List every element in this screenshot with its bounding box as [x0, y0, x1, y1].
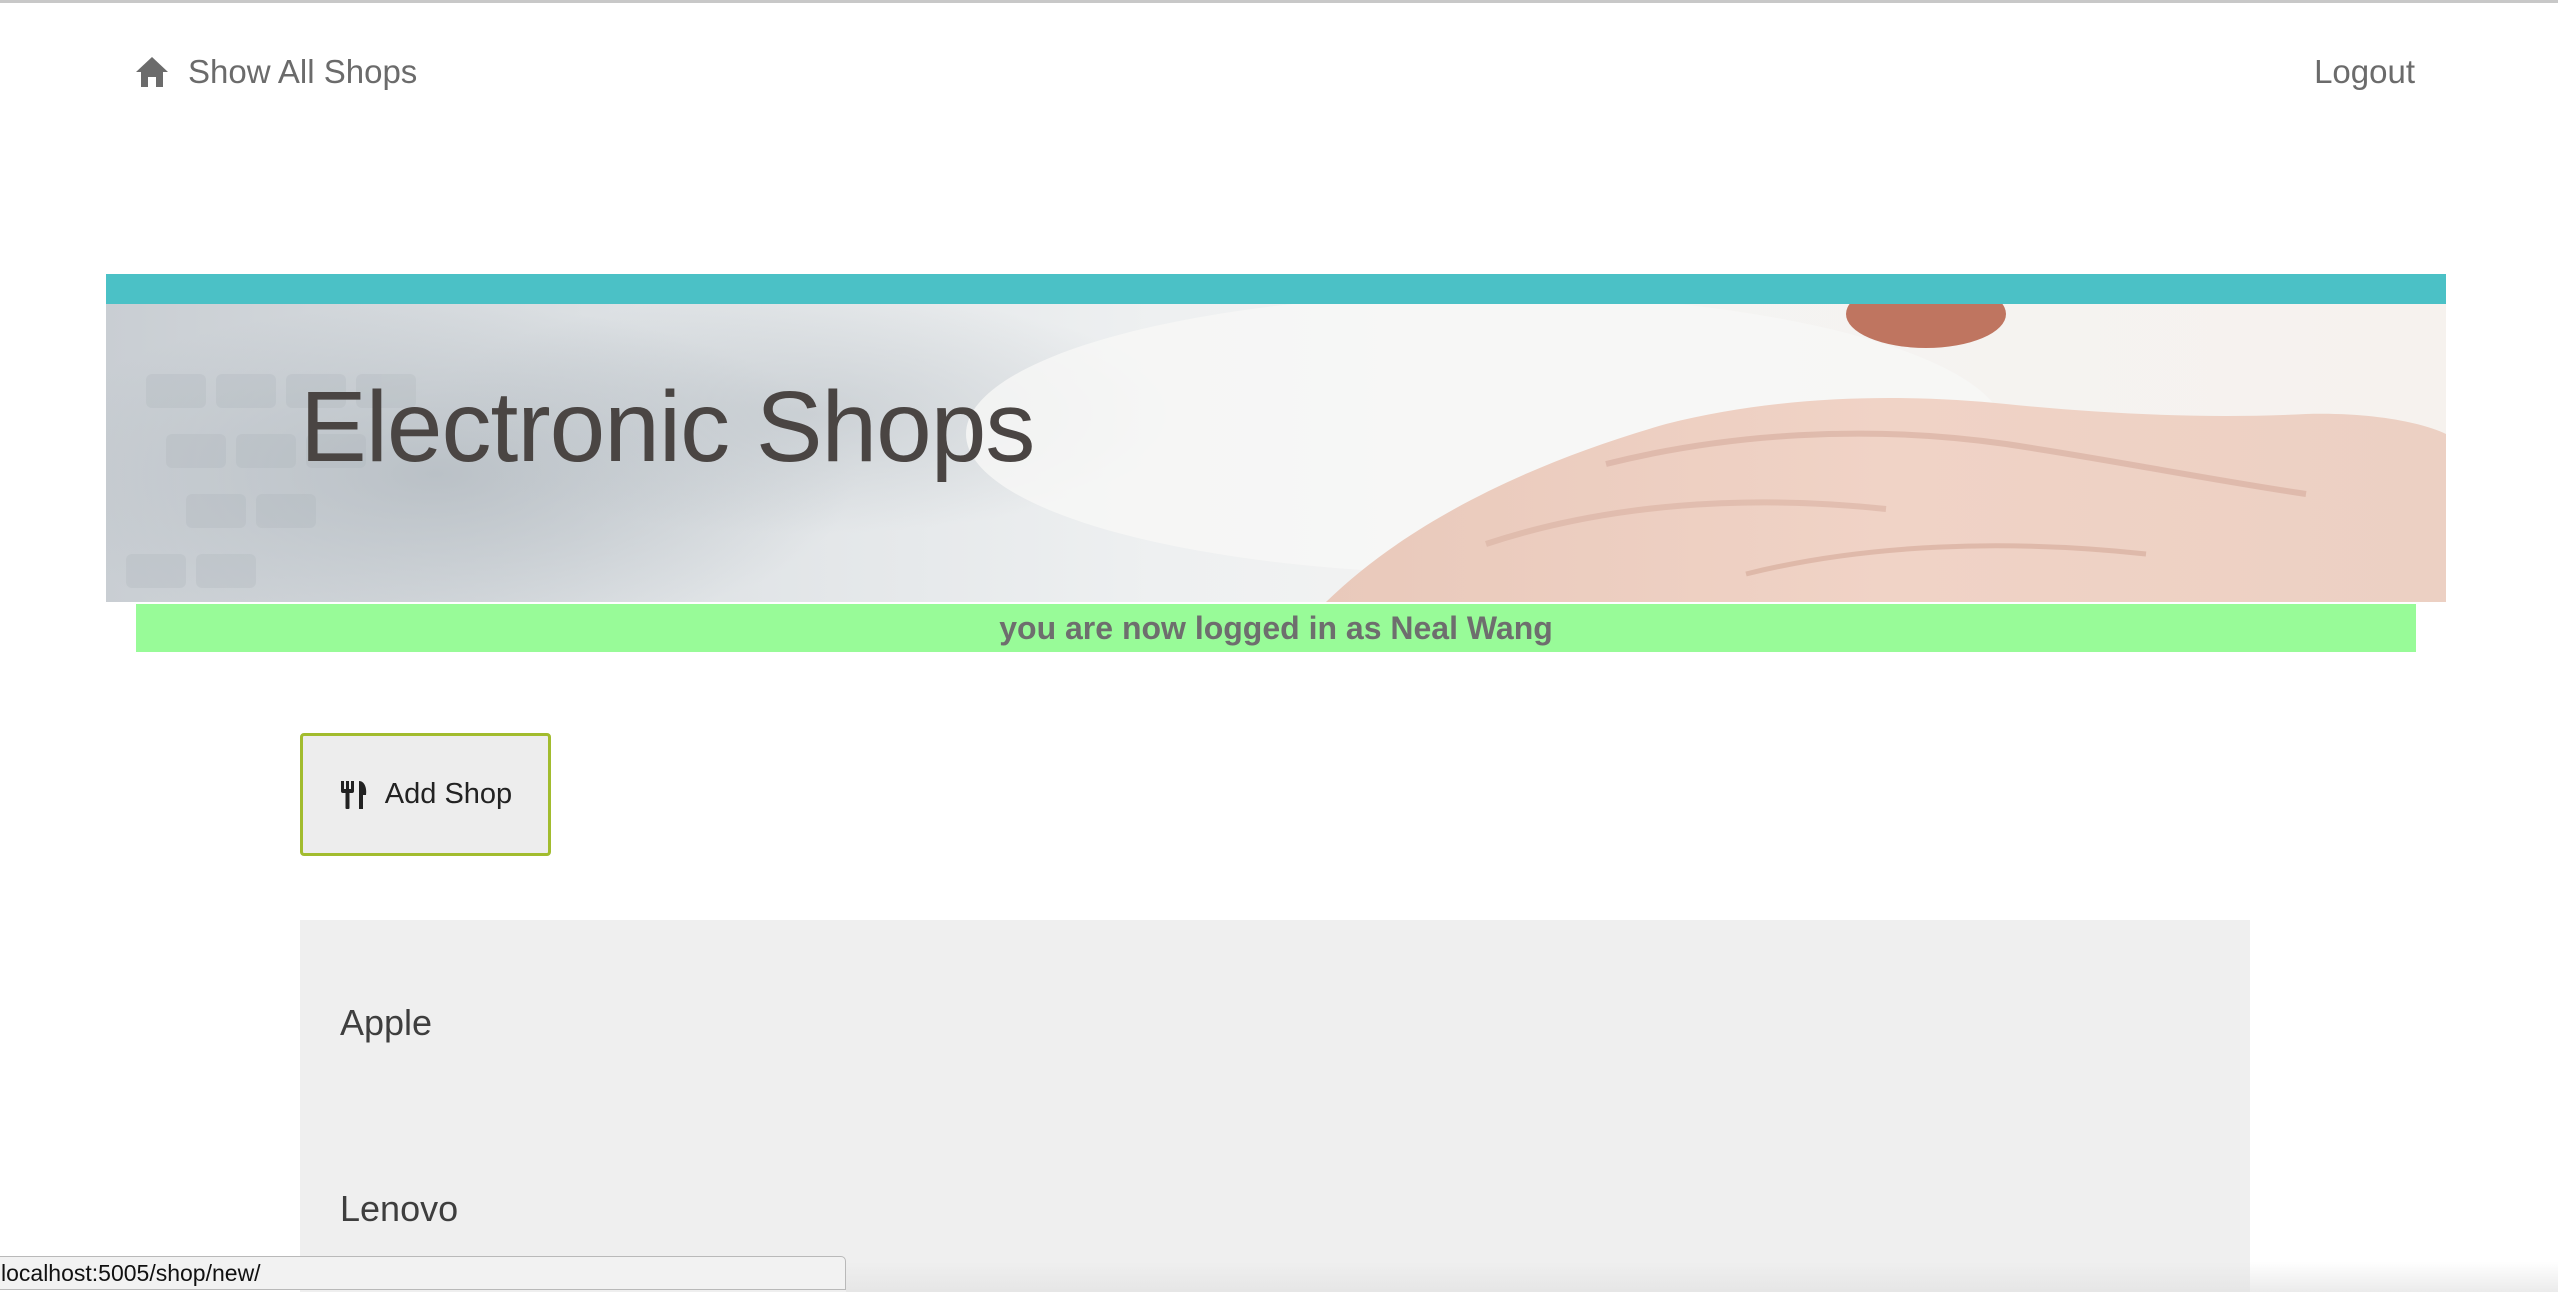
cutlery-icon	[339, 779, 369, 811]
browser-status-bar: localhost:5005/shop/new/	[0, 1256, 846, 1290]
banner: Electronic Shops	[106, 304, 2446, 602]
bottom-shadow	[846, 1262, 2558, 1292]
add-shop-label: Add Shop	[384, 778, 513, 810]
flash-message: you are now logged in as Neal Wang	[136, 604, 2416, 652]
show-all-shops-link[interactable]: Show All Shops	[134, 48, 417, 96]
banner-accent-stripe	[106, 274, 2446, 304]
shop-item-apple[interactable]: Apple	[340, 1002, 432, 1044]
home-icon	[134, 54, 170, 90]
shop-list: Apple Lenovo	[300, 920, 2250, 1292]
logout-link[interactable]: Logout	[2314, 48, 2415, 96]
window-top-border	[0, 0, 2558, 3]
shop-item-lenovo[interactable]: Lenovo	[340, 1188, 458, 1230]
page: Show All Shops Logout Electronic Shops y…	[0, 0, 2558, 1292]
add-shop-button[interactable]: Add Shop	[300, 733, 551, 856]
show-all-shops-label: Show All Shops	[188, 53, 418, 90]
page-title: Electronic Shops	[300, 371, 1035, 483]
flash-message-text: you are now logged in as Neal Wang	[999, 609, 1553, 646]
